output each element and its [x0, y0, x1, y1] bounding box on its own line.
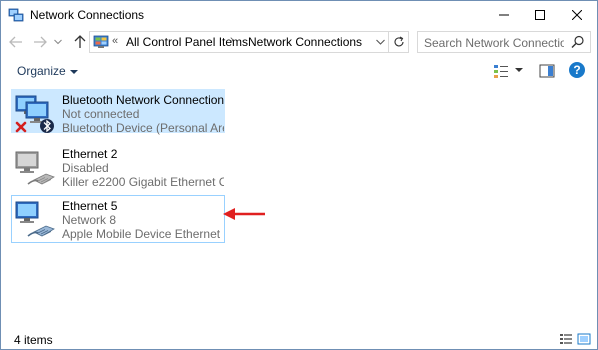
change-view-icon[interactable]	[493, 63, 509, 79]
connection-status: Network 8	[62, 213, 117, 227]
connection-details: Bluetooth Network Connection Not connect…	[62, 93, 224, 135]
annotation-arrow-icon	[223, 208, 265, 220]
item-count: 4 items	[14, 333, 53, 347]
maximize-icon	[535, 10, 545, 20]
connection-device: Bluetooth Device (Personal Area ...	[62, 121, 224, 135]
recent-locations-button[interactable]	[52, 32, 64, 52]
connection-item-bluetooth[interactable]: Bluetooth Network Connection Not connect…	[11, 89, 225, 135]
connection-details: Ethernet 5 Network 8 Apple Mobile Device…	[62, 199, 224, 241]
connection-name: Ethernet 2	[62, 147, 118, 161]
connection-status: Disabled	[62, 161, 109, 175]
control-panel-icon	[93, 35, 109, 48]
command-bar: Organize ?	[1, 57, 597, 85]
organize-button[interactable]: Organize	[17, 64, 78, 78]
caret-down-icon	[69, 69, 78, 74]
address-bar[interactable]: « All Control Panel Items › Network Conn…	[89, 31, 389, 53]
bluetooth-network-icon	[15, 95, 54, 133]
connection-name: Ethernet 5	[62, 199, 118, 213]
connection-item-ethernet-2[interactable]: Ethernet 2 Disabled Killer e2200 Gigabit…	[11, 143, 225, 191]
organize-label: Organize	[17, 64, 66, 78]
connection-device: Killer e2200 Gigabit Ethernet Cont...	[62, 175, 224, 189]
network-connections-window: Network Connections « All Control Panel …	[0, 0, 598, 350]
title-bar: Network Connections	[1, 1, 597, 29]
ethernet-connected-icon	[15, 201, 55, 237]
minimize-icon	[499, 14, 509, 16]
address-history-button[interactable]	[373, 35, 387, 49]
connections-list: Bluetooth Network Connection Not connect…	[1, 85, 597, 329]
connection-name: Bluetooth Network Connection	[62, 93, 224, 107]
arrow-right-icon	[34, 36, 47, 48]
close-icon	[572, 10, 582, 20]
search-box[interactable]	[417, 31, 591, 53]
breadcrumb-network-connections[interactable]: Network Connections	[248, 35, 362, 49]
status-bar: 4 items	[1, 329, 597, 349]
connection-device: Apple Mobile Device Ethernet	[62, 227, 221, 241]
preview-pane-icon[interactable]	[539, 63, 555, 79]
close-button[interactable]	[559, 1, 595, 29]
navigation-bar: « All Control Panel Items › Network Conn…	[1, 29, 597, 55]
details-view-icon[interactable]	[559, 332, 573, 346]
chevron-down-icon	[54, 39, 62, 45]
forward-button[interactable]	[31, 32, 49, 52]
large-icons-view-icon[interactable]	[577, 332, 591, 346]
address-overflow-chevron[interactable]: «	[112, 35, 118, 47]
connection-item-ethernet-5[interactable]: Ethernet 5 Network 8 Apple Mobile Device…	[11, 195, 225, 243]
search-input[interactable]	[424, 35, 564, 50]
maximize-button[interactable]	[522, 1, 558, 29]
refresh-icon	[394, 36, 404, 47]
ethernet-disabled-icon	[15, 151, 55, 185]
connection-status: Not connected	[62, 107, 140, 121]
search-icon[interactable]	[571, 35, 585, 49]
refresh-button[interactable]	[389, 31, 409, 53]
back-button[interactable]	[7, 32, 25, 52]
view-options-caret-icon[interactable]	[515, 68, 523, 72]
arrow-up-icon	[74, 35, 86, 48]
window-title: Network Connections	[30, 8, 145, 22]
arrow-left-icon	[9, 36, 22, 48]
up-button[interactable]	[71, 32, 89, 52]
connection-details: Ethernet 2 Disabled Killer e2200 Gigabit…	[62, 147, 224, 189]
minimize-button[interactable]	[486, 1, 522, 29]
network-connections-icon	[8, 8, 24, 22]
breadcrumb-separator[interactable]: ›	[230, 34, 234, 46]
help-button[interactable]: ?	[569, 62, 585, 78]
chevron-down-icon	[375, 39, 385, 45]
